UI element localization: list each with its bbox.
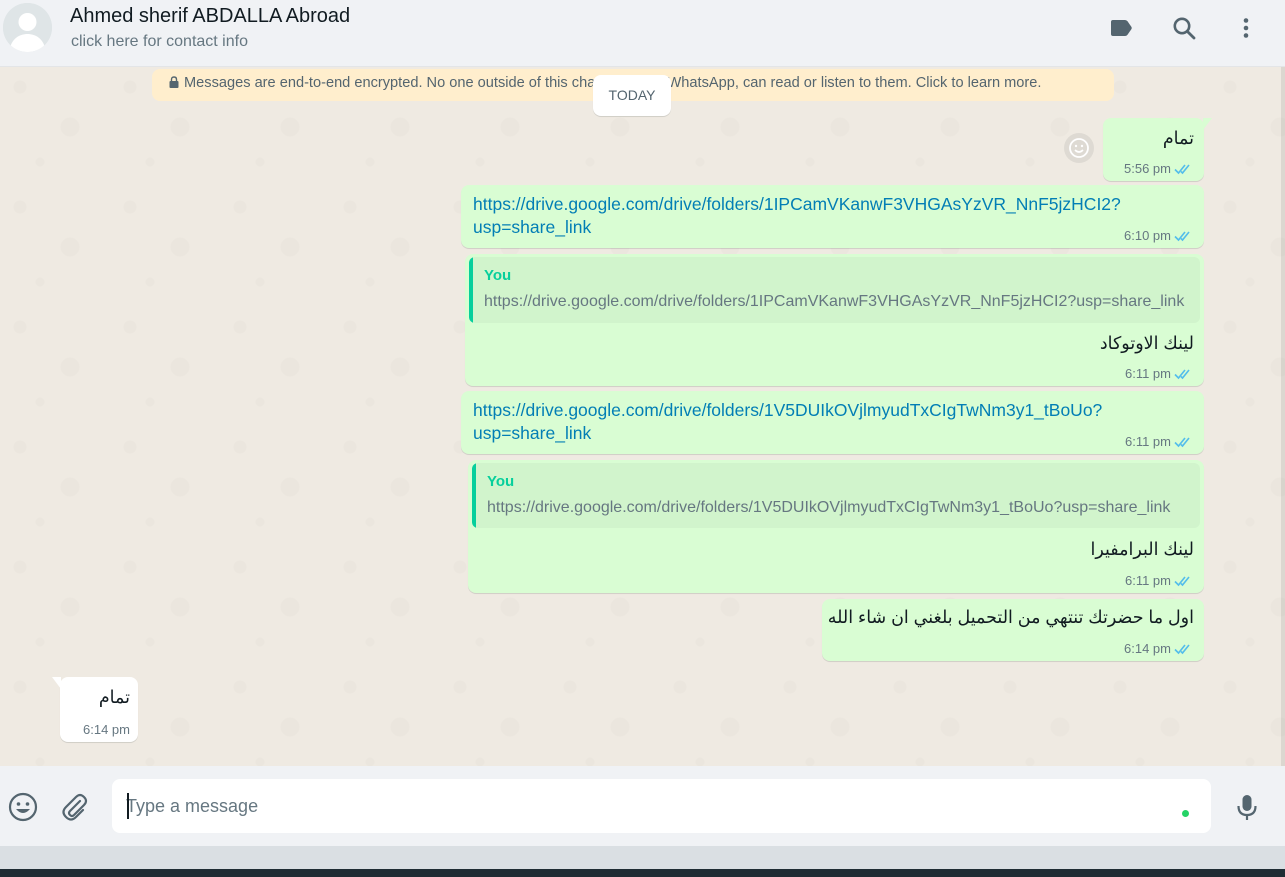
default-avatar-icon (3, 3, 52, 52)
message-bubble-outgoing[interactable]: تمام 5:56 pm (1103, 118, 1212, 181)
read-ticks-icon (1174, 230, 1194, 242)
read-ticks-icon (1174, 643, 1194, 655)
read-ticks-icon (1174, 163, 1194, 175)
message-link-line2[interactable]: usp=share_link (473, 422, 591, 446)
contact-info-hint[interactable]: click here for contact info (71, 33, 248, 51)
message-text: تمام (98, 687, 130, 707)
attach-icon[interactable] (58, 791, 90, 823)
chat-panel: Messages are end-to-end encrypted. No on… (0, 67, 1285, 766)
text-caret (127, 793, 129, 819)
message-time: 5:56 pm (1124, 161, 1171, 176)
message-bubble-outgoing-reply[interactable]: You https://drive.google.com/drive/folde… (468, 460, 1204, 593)
contact-avatar[interactable] (3, 3, 52, 52)
quote-accent-bar (469, 257, 473, 323)
quote-author: You (484, 267, 512, 284)
message-link-line1[interactable]: https://drive.google.com/drive/folders/1… (473, 193, 1121, 217)
quoted-message[interactable]: You https://drive.google.com/drive/folde… (469, 257, 1200, 323)
date-chip: TODAY (593, 75, 671, 116)
chat-header: Ahmed sherif ABDALLA Abroad click here f… (0, 0, 1285, 67)
status-dot-icon (1182, 810, 1189, 817)
message-meta: 6:14 pm (1124, 641, 1194, 656)
quoted-message[interactable]: You https://drive.google.com/drive/folde… (472, 463, 1200, 528)
message-bubble-outgoing[interactable]: https://drive.google.com/drive/folders/1… (461, 185, 1204, 248)
read-ticks-icon (1174, 575, 1194, 587)
message-link-line2[interactable]: usp=share_link (473, 216, 591, 240)
quote-text: https://drive.google.com/drive/folders/1… (484, 293, 1185, 310)
message-meta: 6:10 pm (1124, 228, 1194, 243)
message-time: 6:11 pm (1124, 573, 1171, 588)
message-text: اول ما حضرتك تنتهي من التحميل بلغني ان ش… (827, 607, 1194, 627)
message-meta: 5:56 pm (1124, 161, 1194, 176)
quote-text: https://drive.google.com/drive/folders/1… (487, 499, 1171, 516)
emoji-icon[interactable] (7, 791, 39, 823)
bubble-tail (1203, 118, 1212, 130)
bubble-tail (52, 677, 61, 689)
message-bubble-outgoing[interactable]: اول ما حضرتك تنتهي من التحميل بلغني ان ش… (822, 599, 1204, 661)
message-input[interactable] (126, 779, 1166, 833)
quote-author: You (487, 473, 515, 490)
label-icon[interactable] (1107, 14, 1135, 42)
quote-accent-bar (472, 463, 476, 528)
read-ticks-icon (1174, 368, 1194, 380)
system-taskbar (0, 869, 1285, 877)
menu-dots-icon[interactable] (1232, 14, 1260, 42)
message-link-line1[interactable]: https://drive.google.com/drive/folders/1… (473, 399, 1102, 423)
message-time: 6:11 pm (1124, 434, 1171, 449)
message-text: تمام (1162, 128, 1194, 148)
message-meta: 6:11 pm (1125, 366, 1194, 381)
message-time: 6:11 pm (1124, 366, 1171, 381)
search-icon[interactable] (1170, 14, 1198, 42)
microphone-icon[interactable] (1231, 791, 1263, 823)
message-bubble-incoming[interactable]: تمام 6:14 pm (52, 677, 138, 742)
message-time: 6:14 pm (83, 722, 130, 737)
lock-icon (168, 76, 180, 88)
emoji-reaction-icon[interactable] (1064, 133, 1094, 163)
compose-bar (0, 766, 1285, 846)
message-time: 6:10 pm (1124, 228, 1171, 243)
chat-scrollbar[interactable] (1281, 67, 1285, 766)
message-text: لينك الاوتوكاد (1099, 333, 1194, 353)
message-meta: 6:11 pm (1125, 573, 1194, 588)
message-text: لينك البرامفيرا (1090, 539, 1194, 559)
message-meta: 6:14 pm (83, 722, 130, 737)
message-time: 6:14 pm (1124, 641, 1171, 656)
message-bubble-outgoing[interactable]: https://drive.google.com/drive/folders/1… (461, 391, 1204, 454)
message-meta: 6:11 pm (1125, 434, 1194, 449)
message-input-wrapper[interactable] (112, 779, 1211, 833)
contact-name[interactable]: Ahmed sherif ABDALLA Abroad (70, 5, 350, 28)
read-ticks-icon (1174, 436, 1194, 448)
message-bubble-outgoing-reply[interactable]: You https://drive.google.com/drive/folde… (465, 254, 1204, 386)
